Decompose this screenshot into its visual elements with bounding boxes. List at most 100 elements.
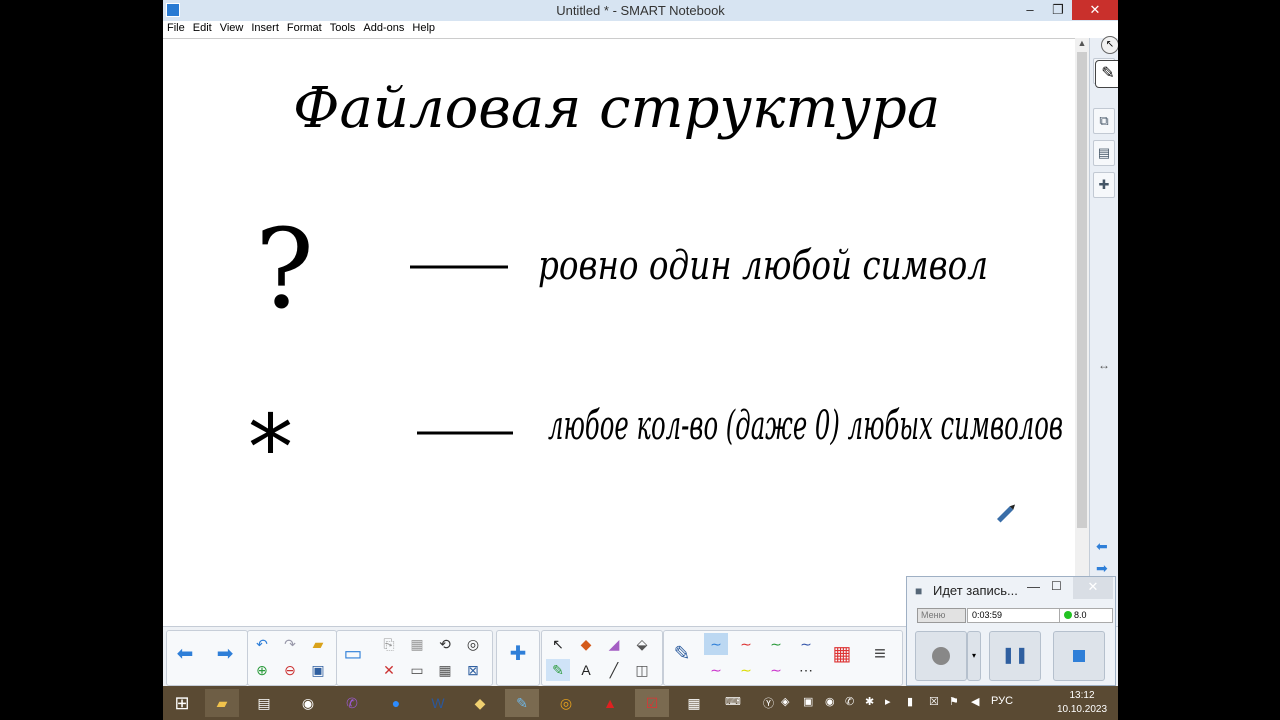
recorder-menu-dropdown[interactable]: Меню [917, 608, 966, 623]
addons-tab-icon[interactable]: ✚ [1093, 172, 1115, 198]
floating-pen-tool-icon[interactable]: ✎ [1095, 60, 1118, 88]
minimize-button[interactable]: – [1016, 0, 1044, 20]
magic-pen-icon[interactable]: ◫ [630, 659, 654, 681]
chrome-icon[interactable]: ◎ [549, 689, 583, 717]
pen-magenta-style-icon[interactable]: ∼ [764, 659, 788, 681]
document-camera-icon[interactable]: ◎ [461, 633, 485, 655]
tray-language[interactable]: РУС [991, 695, 1013, 707]
pen-pink-style-icon[interactable]: ∼ [704, 659, 728, 681]
network-share-icon[interactable]: ▦ [677, 689, 711, 717]
recorder-camera-icon: ■ [915, 584, 923, 598]
add-page-icon[interactable]: ⊕ [250, 659, 274, 681]
volume-icon[interactable]: ◀ [971, 695, 979, 708]
yandex-tray-icon[interactable]: Ⓨ [763, 695, 774, 711]
toolbar-pointer-icon[interactable]: ↖ [1101, 36, 1118, 54]
tray-app-icon-1[interactable]: ◈ [781, 695, 789, 708]
delete-icon[interactable]: ✕ [377, 659, 401, 681]
wifi-signal-icon[interactable]: ▮ [907, 695, 913, 708]
resize-handle-icon[interactable]: ↔ [1098, 358, 1110, 372]
line-tool-icon[interactable]: ╱ [602, 659, 626, 681]
python-icon[interactable]: ◆ [463, 689, 497, 717]
save-icon[interactable]: ▣ [306, 659, 330, 681]
move-right-arrow-icon[interactable]: ➡ [1096, 560, 1108, 577]
open-folder-icon[interactable]: ▰ [306, 633, 330, 655]
whiteboard-canvas[interactable]: Файловая структура ? ровно один любой си… [163, 38, 1075, 627]
recorder-taskbar-icon[interactable]: ☑ [635, 689, 669, 717]
menu-file[interactable]: File [163, 21, 189, 34]
recorder-close-button[interactable]: ✕ [1073, 577, 1113, 599]
pen-green-style-icon[interactable]: ∼ [764, 633, 788, 655]
maximize-button[interactable]: ❐ [1044, 0, 1072, 20]
recorder-maximize-button[interactable]: ☐ [1051, 579, 1062, 593]
shapes-icon[interactable]: ◆ [574, 633, 598, 655]
pen-dashed-style-icon[interactable]: ⋯ [794, 659, 818, 681]
taskbar-clock[interactable]: 13:12 10.10.2023 [1049, 689, 1115, 717]
menu-format[interactable]: Format [283, 21, 326, 34]
menu-insert[interactable]: Insert [247, 21, 283, 34]
smart-notebook-taskbar-icon[interactable]: ✎ [505, 689, 539, 717]
menu-edit[interactable]: Edit [189, 21, 216, 34]
next-page-icon[interactable]: ➡ [213, 631, 237, 677]
undo-icon[interactable]: ↶ [250, 633, 274, 655]
stop-button[interactable] [1053, 631, 1105, 681]
full-screen-icon[interactable]: ▭ [405, 659, 429, 681]
pen-red-style-icon[interactable]: ∼ [734, 633, 758, 655]
select-pointer-icon[interactable]: ↖ [546, 633, 570, 655]
recorder-title: Идет запись... [933, 583, 1018, 598]
redo-icon[interactable]: ↷ [278, 633, 302, 655]
menu-view[interactable]: View [216, 21, 248, 34]
record-dot-icon [932, 647, 950, 665]
menu-help[interactable]: Help [408, 21, 439, 34]
recorder-minimize-button[interactable]: — [1027, 579, 1040, 594]
pen-properties-icon[interactable]: ✎ [670, 631, 694, 677]
line-width-icon[interactable]: ≡ [868, 631, 892, 677]
app-manager-icon[interactable]: ▤ [247, 689, 281, 717]
tray-eye-icon[interactable]: ◉ [825, 695, 835, 708]
close-button[interactable]: ✕ [1072, 0, 1118, 20]
text-tool-icon[interactable]: A [574, 659, 598, 681]
attachments-tab-icon[interactable]: ⧉ [1093, 108, 1115, 134]
delete-page-icon[interactable]: ⊖ [278, 659, 302, 681]
screen-display-icon[interactable]: ▭ [341, 631, 365, 677]
pen-yellow-style-icon[interactable]: ∼ [734, 659, 758, 681]
eraser-icon[interactable]: ◢ [602, 633, 626, 655]
fill-icon[interactable]: ⬙ [630, 633, 654, 655]
eye-app-icon[interactable]: ◉ [291, 689, 325, 717]
pen-navy-style-icon[interactable]: ∼ [794, 633, 818, 655]
record-button[interactable] [915, 631, 967, 681]
start-windows-icon[interactable]: ⊞ [165, 689, 199, 717]
scroll-up-arrow-icon[interactable]: ▲ [1075, 38, 1089, 48]
keyboard-tray-icon[interactable]: ⌨ [725, 695, 741, 708]
screen-shade-icon[interactable]: ▦ [405, 633, 429, 655]
paste-icon[interactable]: ⎘ [377, 633, 401, 655]
zoom-icon[interactable]: ● [379, 689, 413, 717]
recorder-level-value: 8.0 [1074, 610, 1087, 620]
record-options-arrow-icon[interactable]: ▾ [967, 631, 981, 681]
table-icon[interactable]: ▦ [433, 659, 457, 681]
menu-addons[interactable]: Add-ons [359, 21, 408, 34]
tray-notification-icon[interactable]: ☒ [929, 695, 939, 708]
move-left-arrow-icon[interactable]: ⬅ [1096, 538, 1108, 555]
viber-icon[interactable]: ✆ [335, 689, 369, 717]
pause-button[interactable]: ❚❚ [989, 631, 1041, 681]
acrobat-icon[interactable]: ▲ [593, 689, 627, 717]
word-icon[interactable]: W [421, 689, 455, 717]
file-explorer-icon[interactable]: ▰ [205, 689, 239, 717]
whiteboard-heading: Файловая структура [293, 76, 940, 141]
vertical-scrollbar[interactable]: ▲ [1075, 38, 1089, 626]
screen-capture-icon[interactable]: ⟲ [433, 633, 457, 655]
pens-icon[interactable]: ✎ [546, 659, 570, 681]
previous-page-icon[interactable]: ⬅ [173, 631, 197, 677]
close-page-icon[interactable]: ⊠ [461, 659, 485, 681]
tray-viber-icon[interactable]: ✆ [845, 695, 854, 708]
tray-flag-icon[interactable]: ⚑ [949, 695, 959, 708]
tray-chevron-icon[interactable]: ▸ [885, 695, 891, 708]
color-palette-icon[interactable]: ▦ [830, 631, 854, 677]
tray-app-icon-2[interactable]: ▣ [803, 695, 813, 708]
addon-puzzle-icon[interactable]: ✚ [506, 631, 530, 677]
tray-settings-icon[interactable]: ✱ [865, 695, 874, 708]
pen-blue-style-icon[interactable]: ∼ [704, 633, 728, 655]
menu-tools[interactable]: Tools [326, 21, 360, 34]
scrollbar-thumb[interactable] [1077, 52, 1087, 528]
gallery-tab-icon[interactable]: ▤ [1093, 140, 1115, 166]
